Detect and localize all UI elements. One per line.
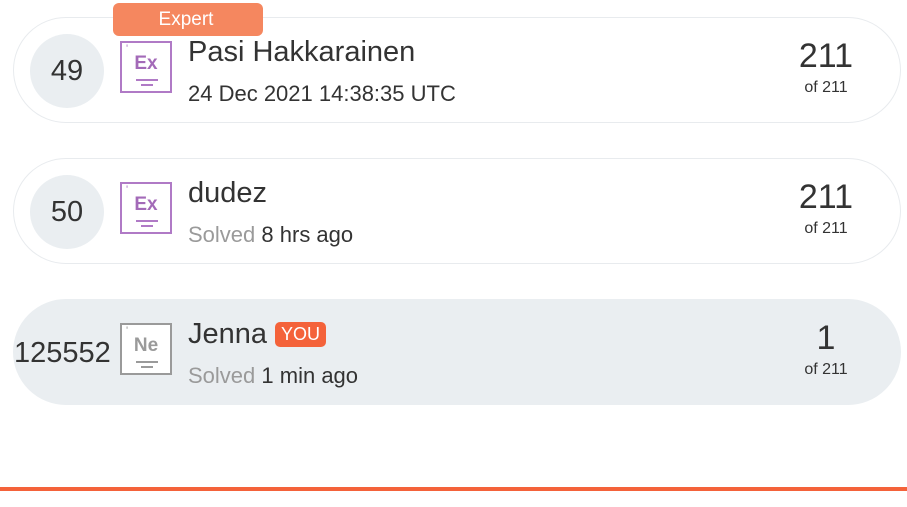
solved-value: 8 hrs ago — [261, 222, 354, 247]
badge-line — [136, 220, 158, 222]
badge-line — [136, 361, 158, 363]
score: 211 of 211 — [786, 37, 866, 97]
score: 1 of 211 — [786, 319, 866, 379]
player-name[interactable]: dudez — [188, 177, 267, 210]
expert-badge-icon: ' Ex — [120, 41, 172, 93]
leaderboard-row[interactable]: 50 ' Ex dudez Solved 8 hrs ago 211 of 21… — [13, 158, 901, 264]
you-tag: YOU — [275, 321, 327, 348]
badge-symbol: Ne — [133, 335, 159, 356]
player-name-text[interactable]: Pasi Hakkarainen — [188, 36, 415, 69]
rank-number: 125552 — [14, 336, 111, 369]
solved-value: 1 min ago — [261, 363, 359, 388]
player-name-text[interactable]: dudez — [188, 177, 267, 210]
rank-number: 49 — [30, 34, 104, 108]
solved-time: Solved 1 min ago — [188, 363, 358, 389]
score-total: of 211 — [804, 79, 848, 97]
expert-ribbon: Expert — [113, 3, 263, 36]
current-user-row[interactable]: 125552 ' Ne Jenna YOU Solved 1 min ago 1… — [13, 299, 901, 405]
player-name[interactable]: Jenna YOU — [188, 318, 327, 351]
rank-number: 50 — [30, 175, 104, 249]
badge-line — [141, 225, 153, 227]
solved-prefix: Solved — [188, 363, 256, 388]
badge-line — [141, 84, 153, 86]
section-divider — [0, 487, 907, 491]
newbie-badge-icon: ' Ne — [120, 323, 172, 375]
badge-line — [141, 366, 153, 368]
score-total: of 211 — [804, 361, 848, 379]
solved-value: 24 Dec 2021 14:38:35 UTC — [188, 81, 456, 106]
badge-line — [136, 79, 158, 81]
score-total: of 211 — [804, 220, 848, 238]
solved-time: 24 Dec 2021 14:38:35 UTC — [188, 81, 456, 107]
solved-time: Solved 8 hrs ago — [188, 222, 353, 248]
score-value: 211 — [798, 178, 854, 216]
player-name-text[interactable]: Jenna — [188, 318, 267, 351]
badge-symbol: Ex — [134, 194, 158, 215]
badge-symbol: Ex — [134, 53, 158, 74]
score-value: 1 — [816, 319, 836, 357]
solved-prefix: Solved — [188, 222, 256, 247]
expert-badge-icon: ' Ex — [120, 182, 172, 234]
score: 211 of 211 — [786, 178, 866, 238]
score-value: 211 — [798, 37, 854, 75]
player-name[interactable]: Pasi Hakkarainen — [188, 36, 415, 69]
